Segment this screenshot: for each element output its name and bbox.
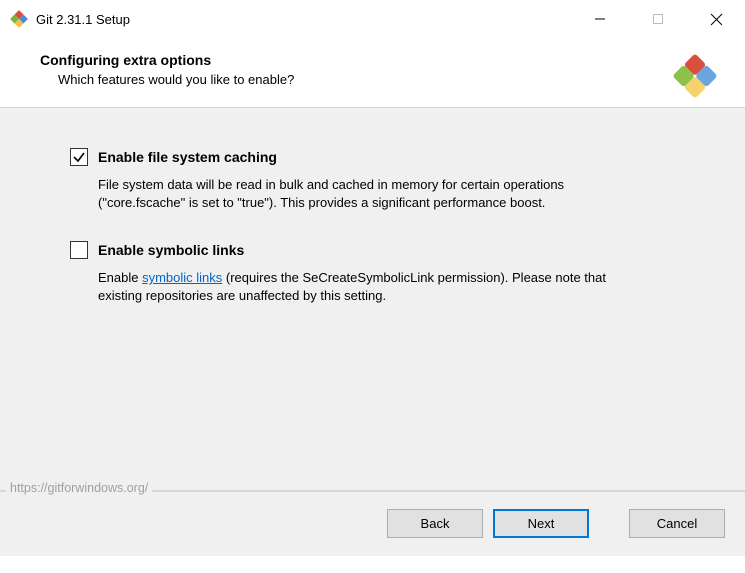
wizard-header: Configuring extra options Which features… [0,38,745,107]
window-controls [571,0,745,38]
next-button[interactable]: Next [493,509,589,538]
page-subtitle: Which features would you like to enable? [58,72,723,87]
close-button[interactable] [687,0,745,38]
content-area: Enable file system caching File system d… [0,107,745,491]
window-title: Git 2.31.1 Setup [36,12,130,27]
titlebar: Git 2.31.1 Setup [0,0,745,38]
checkbox-fs-caching[interactable] [70,148,88,166]
back-button[interactable]: Back [387,509,483,538]
footer-url[interactable]: https://gitforwindows.org/ [10,481,148,495]
maximize-button [629,0,687,38]
footer-url-wrap: https://gitforwindows.org/ [6,480,152,495]
option-label[interactable]: Enable symbolic links [98,242,244,258]
option-description: File system data will be read in bulk an… [98,176,638,211]
cancel-button[interactable]: Cancel [629,509,725,538]
git-logo-icon [671,52,719,100]
page-title: Configuring extra options [40,52,723,68]
checkbox-symbolic-links[interactable] [70,241,88,259]
option-symbolic-links: Enable symbolic links Enable symbolic li… [70,241,685,304]
app-icon [10,10,28,28]
option-fs-caching: Enable file system caching File system d… [70,148,685,211]
footer: https://gitforwindows.org/ Back Next Can… [0,491,745,556]
minimize-button[interactable] [571,0,629,38]
symbolic-links-link[interactable]: symbolic links [142,270,222,285]
option-description: Enable symbolic links (requires the SeCr… [98,269,638,304]
option-label[interactable]: Enable file system caching [98,149,277,165]
